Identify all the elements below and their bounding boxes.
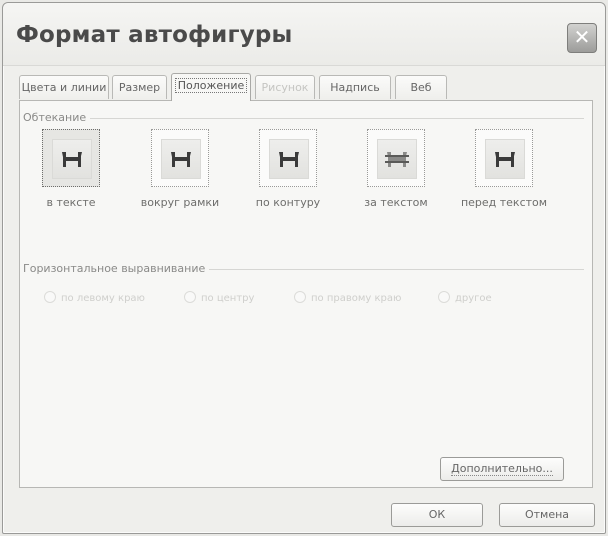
tab-position[interactable]: Положение bbox=[171, 73, 251, 101]
dialog-title: Формат автофигуры bbox=[16, 22, 293, 48]
ok-button[interactable]: ОК bbox=[391, 503, 483, 527]
align-left-radio: по левому краю bbox=[44, 291, 145, 304]
wrapping-group-label: Обтекание bbox=[23, 111, 91, 124]
wrap-label-square: вокруг рамки bbox=[140, 196, 220, 209]
dog-behind-text-icon bbox=[385, 152, 409, 167]
dog-icon bbox=[171, 152, 191, 167]
wrap-option-square[interactable]: вокруг рамки bbox=[135, 129, 225, 209]
close-button[interactable]: ✕ bbox=[567, 23, 597, 53]
title-bar[interactable]: Формат автофигуры ✕ bbox=[3, 3, 605, 66]
wrap-option-behind[interactable]: за текстом bbox=[351, 129, 441, 209]
tab-textbox[interactable]: Надпись bbox=[319, 75, 391, 99]
dog-icon bbox=[62, 152, 82, 167]
tab-colors-lines[interactable]: Цвета и линии bbox=[19, 75, 109, 99]
align-right-radio: по правому краю bbox=[294, 291, 401, 304]
alignment-group-label: Горизонтальное выравнивание bbox=[23, 262, 210, 275]
advanced-button[interactable]: Дополнительно... bbox=[440, 457, 564, 481]
wrap-option-tight[interactable]: по контуру bbox=[243, 129, 333, 209]
wrap-label-inline: в тексте bbox=[46, 196, 96, 209]
wrap-label-tight: по контуру bbox=[255, 196, 321, 209]
tab-size[interactable]: Размер bbox=[112, 75, 167, 99]
wrapping-divider bbox=[28, 118, 584, 119]
wrap-option-inline[interactable]: в тексте bbox=[26, 129, 116, 209]
wrap-label-behind: за текстом bbox=[364, 196, 428, 209]
cancel-button[interactable]: Отмена bbox=[499, 503, 595, 527]
position-tab-panel: Обтекание в тексте вокруг рамки по конту… bbox=[19, 100, 593, 488]
close-icon: ✕ bbox=[573, 25, 591, 49]
dog-icon bbox=[279, 152, 299, 167]
dog-icon bbox=[495, 152, 515, 167]
align-center-radio: по центру bbox=[184, 291, 254, 304]
wrap-option-front[interactable]: перед текстом bbox=[459, 129, 549, 209]
align-other-radio: другое bbox=[438, 291, 492, 304]
tab-picture: Рисунок bbox=[255, 75, 315, 99]
tab-web[interactable]: Веб bbox=[395, 75, 447, 99]
wrap-label-front: перед текстом bbox=[460, 196, 548, 209]
format-autoshape-dialog: Формат автофигуры ✕ Цвета и линии Размер… bbox=[2, 2, 606, 534]
